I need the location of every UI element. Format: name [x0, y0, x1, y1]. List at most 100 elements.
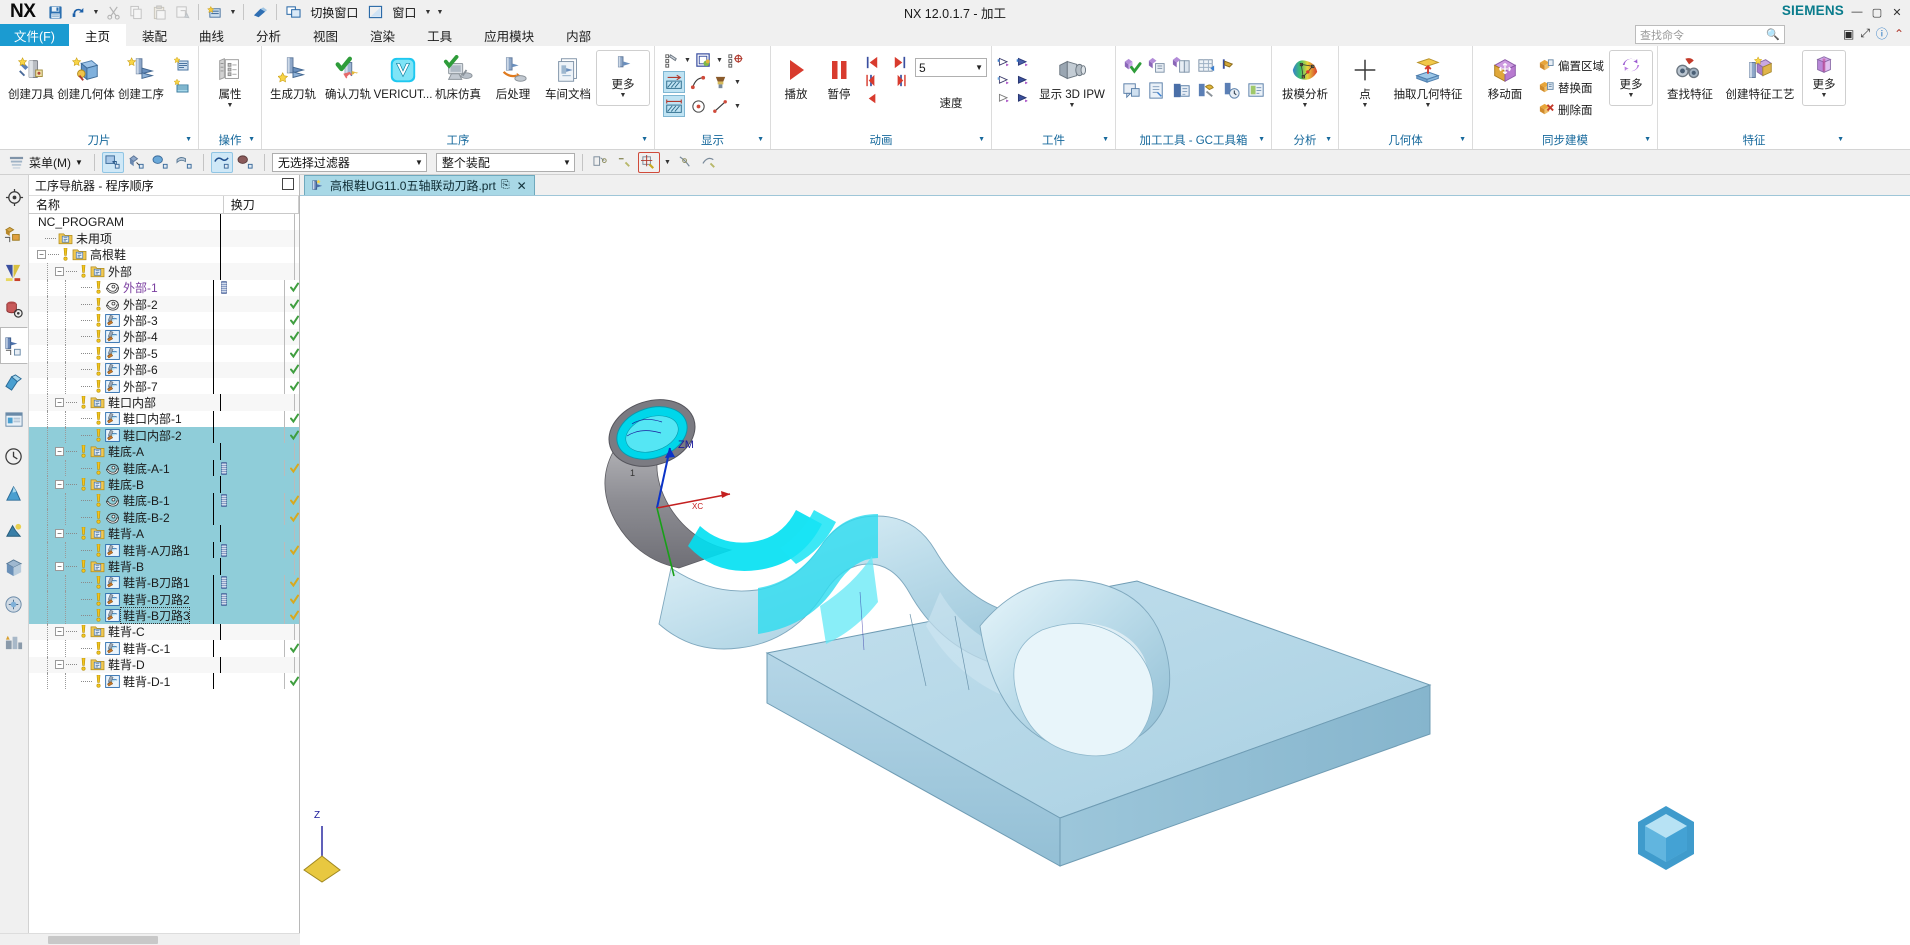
- step-last-icon[interactable]: [891, 54, 908, 71]
- gc-batch-icon[interactable]: [1170, 54, 1192, 76]
- gc-paint-icon[interactable]: [1220, 57, 1237, 74]
- select-face-button[interactable]: [174, 152, 196, 173]
- group-animation-dropdown-icon[interactable]: ▼: [978, 136, 985, 143]
- tree-expander[interactable]: −: [55, 561, 64, 571]
- offset-region-button[interactable]: 偏置区域: [1534, 55, 1608, 76]
- tree-row-name-cell[interactable]: 鞋背-B刀路3: [29, 607, 213, 624]
- scope-dropdown-icon[interactable]: ▼: [557, 158, 571, 167]
- tree-row[interactable]: 鞋背-B刀路3: [29, 607, 299, 624]
- select-curve-button[interactable]: [210, 151, 233, 173]
- resource-constraint-navigator[interactable]: [0, 216, 28, 253]
- tree-row[interactable]: − 外部: [29, 263, 299, 280]
- full-screen-icon[interactable]: ⤢: [1860, 26, 1870, 41]
- resource-operation-navigator[interactable]: [0, 327, 28, 364]
- tree-row[interactable]: 鞋背-B刀路2: [29, 590, 299, 608]
- extract-geometry-button[interactable]: 抽取几何特征 ▼: [1388, 50, 1468, 112]
- ipw-navy2-icon[interactable]: [1015, 73, 1032, 90]
- ipw-purple-icon[interactable]: [1015, 91, 1032, 108]
- resource-reuse-library[interactable]: [0, 290, 28, 327]
- create-feature-process-button[interactable]: 创建特征工艺: [1719, 50, 1801, 112]
- create-tool-button[interactable]: 创建刀具: [4, 50, 58, 112]
- create-method-button[interactable]: [169, 75, 194, 96]
- paste-special-button[interactable]: [171, 2, 193, 22]
- tree-row[interactable]: 外部-3: [29, 312, 299, 329]
- tab-application[interactable]: 应用模块: [468, 24, 550, 46]
- group-feature-dropdown-icon[interactable]: ▼: [1837, 136, 1844, 143]
- resource-web-browser[interactable]: [0, 401, 28, 438]
- undo-dropdown-icon[interactable]: ▼: [90, 2, 101, 22]
- group-operation-dropdown-icon[interactable]: ▼: [248, 136, 255, 143]
- window-dropdown-icon[interactable]: ▼: [422, 2, 433, 22]
- tree-row[interactable]: 外部-1: [29, 279, 299, 296]
- display-ipw-icon[interactable]: [695, 52, 712, 69]
- tree-row[interactable]: − 鞋口内部: [29, 394, 299, 411]
- tree-row-name-cell[interactable]: 外部-1: [29, 280, 213, 296]
- minimize-button[interactable]: —: [1848, 3, 1866, 21]
- tree-expander[interactable]: −: [55, 266, 64, 276]
- tree-row[interactable]: 鞋背-B刀路1: [29, 574, 299, 591]
- command-search-box[interactable]: 查找命令 🔍: [1635, 25, 1785, 44]
- snap-midpoint-button[interactable]: [614, 152, 636, 173]
- tree-row[interactable]: 外部-4: [29, 328, 299, 346]
- undo-button[interactable]: [67, 2, 89, 22]
- tree-row[interactable]: NC_PROGRAM: [29, 214, 299, 231]
- more-operation-dropdown-icon[interactable]: ▼: [620, 92, 627, 99]
- resource-history[interactable]: [0, 438, 28, 475]
- cut-button[interactable]: [102, 2, 124, 22]
- draft-analysis-dropdown-icon[interactable]: ▼: [1302, 102, 1309, 109]
- tab-curve[interactable]: 曲线: [183, 24, 240, 46]
- tree-expander[interactable]: −: [55, 397, 64, 407]
- tree-expander[interactable]: −: [55, 627, 64, 637]
- tree-row-name-cell[interactable]: 鞋背-B刀路2: [29, 591, 213, 607]
- qat-overflow-icon[interactable]: ▼: [434, 2, 445, 22]
- tree-row[interactable]: − 鞋背-B: [29, 558, 299, 575]
- tree-row-name-cell[interactable]: − 外部: [29, 263, 220, 279]
- create-program-button[interactable]: [169, 53, 194, 74]
- resource-assembly-navigator[interactable]: [0, 179, 28, 216]
- tree-row-name-cell[interactable]: 鞋背-A刀路1: [29, 542, 213, 558]
- step-first-icon[interactable]: [864, 54, 881, 71]
- tree-row-name-cell[interactable]: 鞋口内部-2: [29, 427, 213, 443]
- pin-icon[interactable]: [282, 178, 294, 190]
- paste-button[interactable]: [148, 2, 170, 22]
- display-toolpath-dropdown-icon[interactable]: ▼: [684, 57, 691, 64]
- gc-report-icon[interactable]: [1245, 79, 1267, 101]
- more-sync-dropdown-icon[interactable]: ▼: [1628, 92, 1635, 99]
- tab-analysis[interactable]: 分析: [240, 24, 297, 46]
- tree-row-name-cell[interactable]: 外部-7: [29, 378, 213, 394]
- tree-row[interactable]: − 鞋背-A: [29, 525, 299, 542]
- display-toolpath-icon[interactable]: [663, 52, 680, 69]
- resource-part-navigator[interactable]: [0, 253, 28, 290]
- gc-note-icon[interactable]: [1120, 79, 1142, 101]
- play-button[interactable]: 播放: [775, 50, 817, 112]
- ipw-grey-icon[interactable]: [996, 91, 1013, 108]
- create-geometry-button[interactable]: 创建几何体: [57, 50, 115, 112]
- window-menu-label[interactable]: 窗口: [387, 2, 421, 22]
- gc-list-icon[interactable]: [1170, 79, 1192, 101]
- snap-quadrant-button[interactable]: [699, 152, 721, 173]
- tree-row[interactable]: − 鞋底-B: [29, 476, 299, 493]
- group-analysis-dropdown-icon[interactable]: ▼: [1325, 136, 1332, 143]
- group-synchronous-dropdown-icon[interactable]: ▼: [1644, 136, 1651, 143]
- gc-time-icon[interactable]: [1220, 79, 1242, 101]
- more-operation-button[interactable]: 更多 ▼: [596, 50, 650, 106]
- snap-intersection-button[interactable]: [675, 152, 697, 173]
- select-body-button[interactable]: [150, 152, 172, 173]
- switch-window-label[interactable]: 切换窗口: [305, 2, 363, 22]
- tree-row-name-cell[interactable]: 鞋背-D-1: [29, 673, 213, 689]
- machine-simulation-button[interactable]: 机床仿真: [431, 50, 485, 112]
- delete-face-button[interactable]: 删除面: [1534, 99, 1608, 120]
- save-button[interactable]: [44, 2, 66, 22]
- document-tab-close-icon[interactable]: ✕: [517, 179, 527, 193]
- ipw-outline-icon[interactable]: [996, 73, 1013, 90]
- tree-expander[interactable]: −: [55, 479, 64, 489]
- tree-row-name-cell[interactable]: − 鞋底-A: [29, 443, 220, 459]
- tree-row-name-cell[interactable]: − 鞋口内部: [29, 394, 220, 410]
- group-geometry-dropdown-icon[interactable]: ▼: [1459, 136, 1466, 143]
- more-feature-dropdown-icon[interactable]: ▼: [1821, 92, 1828, 99]
- speed-selector[interactable]: 5 ▼: [915, 58, 987, 77]
- tree-row-name-cell[interactable]: − 鞋背-C: [29, 624, 220, 640]
- tree-row-name-cell[interactable]: − 鞋底-B: [29, 476, 220, 492]
- resource-hd3d[interactable]: [0, 586, 28, 623]
- vericut-button[interactable]: VERICUT...: [374, 50, 432, 112]
